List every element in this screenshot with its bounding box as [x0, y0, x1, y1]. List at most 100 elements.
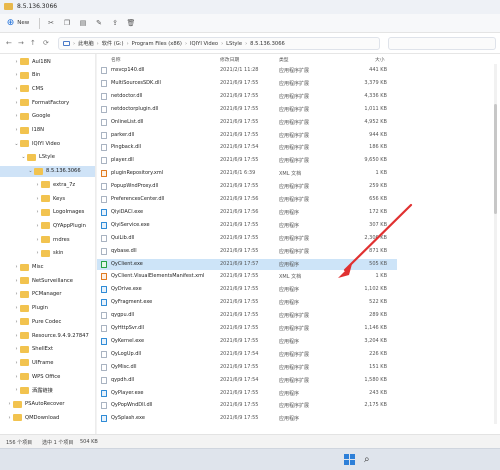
cut-icon[interactable]: ✂: [43, 14, 59, 33]
chevron-right-icon[interactable]: ›: [13, 264, 20, 270]
file-row[interactable]: QyClient.exe 2021/6/9 17:57 应用程序 505 KB: [97, 258, 397, 270]
up-icon[interactable]: ↑: [30, 39, 36, 47]
back-icon[interactable]: ←: [6, 39, 12, 47]
chevron-right-icon[interactable]: ›: [13, 127, 20, 133]
search-input[interactable]: [388, 37, 496, 50]
sidebar-item[interactable]: › Resource.9.4.9.27847: [0, 330, 95, 341]
file-row[interactable]: Pingback.dll 2021/6/9 17:54 应用程序扩展 186 KB: [97, 142, 397, 153]
chevron-right-icon[interactable]: ›: [13, 360, 20, 366]
breadcrumb-this-pc[interactable]: 此电脑: [78, 40, 94, 47]
taskbar-search-icon[interactable]: ⌕: [364, 454, 376, 466]
chevron-right-icon[interactable]: ›: [34, 223, 41, 229]
sidebar-item[interactable]: ⌄ LStyle: [0, 152, 95, 163]
sidebar-item[interactable]: › Bin: [0, 70, 95, 81]
file-row[interactable]: QyDrive.exe 2021/6/9 17:55 应用程序 1,102 KB: [97, 284, 397, 295]
chevron-right-icon[interactable]: ›: [34, 250, 41, 256]
file-row[interactable]: qypdh.dll 2021/6/9 17:54 应用程序扩展 1,580 KB: [97, 375, 397, 386]
file-row[interactable]: QiyiDACl.exe 2021/6/9 17:56 应用程序 172 KB: [97, 207, 397, 218]
column-header-type[interactable]: 类型: [279, 56, 289, 63]
file-row[interactable]: qybase.dll 2021/6/9 17:55 应用程序扩展 871 KB: [97, 246, 397, 257]
file-row[interactable]: netdoctor.dll 2021/6/9 17:55 应用程序扩展 4,336 K…: [97, 91, 397, 102]
sidebar-item[interactable]: › ShellExt: [0, 344, 95, 355]
windows-start-icon[interactable]: [344, 454, 356, 466]
paste-icon[interactable]: ▤: [75, 14, 91, 33]
sidebar-item[interactable]: ⌄ 8.5.136.3066: [0, 165, 95, 177]
sidebar-item[interactable]: › PSAutoRecover: [0, 399, 95, 410]
sidebar-item[interactable]: › 洒露链接: [0, 385, 95, 396]
chevron-down-icon[interactable]: ⌄: [27, 168, 34, 174]
file-row[interactable]: QyPlayer.exe 2021/6/9 17:55 应用程序 243 KB: [97, 388, 397, 399]
column-header-size[interactable]: 大小: [375, 56, 385, 63]
chevron-right-icon[interactable]: ›: [13, 113, 20, 119]
breadcrumb-lstyle[interactable]: LStyle: [226, 41, 242, 47]
sidebar-item[interactable]: › Keys: [0, 193, 95, 204]
sidebar-item[interactable]: › Aul18N: [0, 56, 95, 67]
file-row[interactable]: PopupWndProxy.dll 2021/6/9 17:55 应用程序扩展 259…: [97, 181, 397, 192]
chevron-right-icon[interactable]: ›: [13, 86, 20, 92]
chevron-right-icon[interactable]: ›: [13, 59, 20, 65]
chevron-right-icon[interactable]: ›: [34, 196, 41, 202]
file-row[interactable]: parker.dll 2021/6/9 17:55 应用程序扩展 944 KB: [97, 130, 397, 141]
file-row[interactable]: PreferencesCenter.dll 2021/6/9 17:56 应用程序扩…: [97, 194, 397, 205]
chevron-right-icon[interactable]: ›: [13, 319, 20, 325]
sidebar-item[interactable]: › I18N: [0, 125, 95, 136]
file-row[interactable]: pluginRepository.xml 2021/6/1 6:39 XML 文档 1…: [97, 168, 397, 179]
sidebar-item[interactable]: › rndres: [0, 234, 95, 245]
chevron-right-icon[interactable]: ›: [13, 346, 20, 352]
sidebar-item[interactable]: › skin: [0, 248, 95, 259]
chevron-right-icon[interactable]: ›: [13, 387, 20, 393]
file-row[interactable]: QySplash.exe 2021/6/9 17:55 应用程序: [97, 413, 397, 424]
new-button[interactable]: ⊕ New: [0, 14, 36, 33]
sidebar-item[interactable]: ⌄ IQIYI Video: [0, 138, 95, 149]
share-icon[interactable]: ⇪: [107, 14, 123, 33]
sidebar-item[interactable]: › QYAppPlugin: [0, 220, 95, 231]
delete-icon[interactable]: 🗑: [123, 14, 139, 33]
sidebar-item[interactable]: › FormatFactory: [0, 97, 95, 108]
rename-icon[interactable]: ✎: [91, 14, 107, 33]
copy-icon[interactable]: ❐: [59, 14, 75, 33]
file-row[interactable]: QyClient.VisualElementsManifest.xml 2021/…: [97, 271, 397, 282]
chevron-down-icon[interactable]: ⌄: [20, 154, 27, 160]
chevron-right-icon[interactable]: ›: [6, 401, 13, 407]
chevron-down-icon[interactable]: ⌄: [13, 141, 20, 147]
scrollbar-thumb[interactable]: [494, 104, 497, 214]
vertical-scrollbar[interactable]: [494, 64, 497, 424]
sidebar-item[interactable]: › QMDownload: [0, 412, 95, 423]
forward-icon[interactable]: →: [18, 39, 24, 47]
sidebar-item[interactable]: › UIFrame: [0, 357, 95, 368]
sidebar-item[interactable]: › LogoImages: [0, 207, 95, 218]
file-row[interactable]: QyLogUp.dll 2021/6/9 17:54 应用程序扩展 226 KB: [97, 349, 397, 360]
file-row[interactable]: QyMisc.dll 2021/6/9 17:55 应用程序扩展 151 KB: [97, 362, 397, 373]
sidebar-item[interactable]: › CMS: [0, 83, 95, 94]
chevron-right-icon[interactable]: ›: [13, 305, 20, 311]
column-header-name[interactable]: 名称: [111, 56, 121, 63]
sidebar-item[interactable]: › PCManager: [0, 289, 95, 300]
chevron-right-icon[interactable]: ›: [13, 100, 20, 106]
file-row[interactable]: MultiSourcesSDK.dll 2021/6/9 17:55 应用程序扩展 3…: [97, 78, 397, 89]
breadcrumb-version[interactable]: 8.5.136.3066: [250, 41, 285, 47]
chevron-right-icon[interactable]: ›: [34, 182, 41, 188]
chevron-right-icon[interactable]: ›: [13, 278, 20, 284]
sidebar-item[interactable]: › NetSurveillance: [0, 275, 95, 286]
breadcrumb-iqiyi[interactable]: IQIYI Video: [190, 41, 218, 47]
chevron-right-icon[interactable]: ›: [13, 72, 20, 78]
breadcrumb-program-files[interactable]: Program Files (x86): [132, 41, 182, 47]
file-row[interactable]: QiyiService.exe 2021/6/9 17:55 应用程序 307 KB: [97, 220, 397, 231]
column-header-date[interactable]: 修改日期: [220, 56, 239, 63]
file-row[interactable]: QyFragment.exe 2021/6/9 17:55 应用程序 522 KB: [97, 297, 397, 308]
file-row[interactable]: OnlineList.dll 2021/6/9 17:55 应用程序扩展 4,952 …: [97, 117, 397, 128]
file-row[interactable]: QyPopWndDll.dll 2021/6/9 17:55 应用程序扩展 2,175…: [97, 400, 397, 411]
address-bar[interactable]: › 此电脑 › 软件 (G:) › Program Files (x86) › …: [58, 37, 380, 50]
file-row[interactable]: player.dll 2021/6/9 17:55 应用程序扩展 9,650 KB: [97, 155, 397, 166]
chevron-right-icon[interactable]: ›: [34, 209, 41, 215]
file-row[interactable]: qygpu.dll 2021/6/9 17:55 应用程序扩展 289 KB: [97, 310, 397, 321]
sidebar-item[interactable]: › Plugin: [0, 303, 95, 314]
chevron-right-icon[interactable]: ›: [13, 333, 20, 339]
refresh-icon[interactable]: ⟳: [43, 39, 49, 47]
breadcrumb-drive[interactable]: 软件 (G:): [102, 40, 124, 47]
sidebar-item[interactable]: › WPS Office: [0, 371, 95, 382]
chevron-right-icon[interactable]: ›: [13, 374, 20, 380]
file-row[interactable]: QyHttpSvr.dll 2021/6/9 17:55 应用程序扩展 1,146 K…: [97, 323, 397, 334]
chevron-right-icon[interactable]: ›: [13, 291, 20, 297]
file-row[interactable]: QyKernel.exe 2021/6/9 17:55 应用程序 3,204 KB: [97, 336, 397, 347]
